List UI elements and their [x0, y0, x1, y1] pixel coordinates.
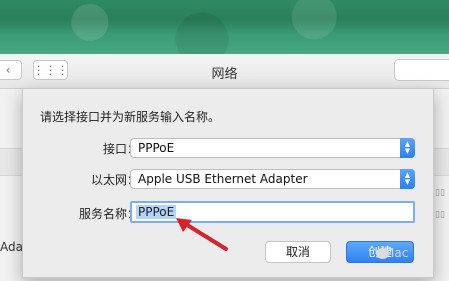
- ethernet-value: Apple USB Ethernet Adapter: [138, 172, 308, 186]
- background-mark: ▯▯: [435, 210, 445, 220]
- red-arrow-icon: [176, 218, 228, 251]
- up-down-stepper-icon: ▲ ▼: [400, 169, 415, 189]
- window-titlebar: ‹ ⋮⋮⋮ 网络: [0, 54, 449, 89]
- search-input[interactable]: [394, 59, 449, 81]
- desktop-wallpaper: [0, 0, 449, 56]
- sheet-prompt: 请选择接口并为新服务输入名称。: [40, 110, 221, 124]
- background-mark: ▯▯: [435, 188, 445, 198]
- interface-value: PPPoE: [138, 141, 175, 155]
- window-title: 网络: [211, 67, 238, 82]
- cancel-button[interactable]: 取消: [265, 241, 331, 263]
- ethernet-popup[interactable]: Apple USB Ethernet Adapter ▲ ▼: [130, 169, 415, 189]
- up-down-stepper-icon: ▲ ▼: [400, 138, 415, 158]
- watermark-text: Mac: [384, 246, 409, 260]
- interface-popup[interactable]: PPPoE ▲ ▼: [130, 138, 415, 158]
